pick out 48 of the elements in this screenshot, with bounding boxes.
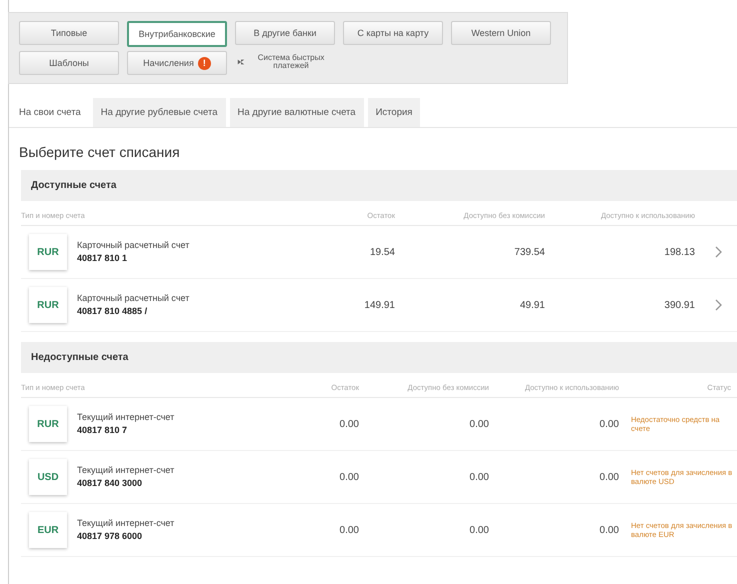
usable-amount-cell-text: 390.91 bbox=[663, 300, 696, 310]
tab[interactable]: История bbox=[368, 98, 420, 127]
account-number: 40817 978 6000 bbox=[77, 530, 144, 543]
balance-cell-text: 0.00 bbox=[338, 418, 360, 430]
currency-badge: EUR bbox=[29, 512, 67, 548]
account-number: 40817 840 3000 bbox=[77, 477, 144, 490]
section-header: Доступные счета bbox=[21, 170, 737, 201]
balance-cell-text: 19.54 bbox=[368, 246, 396, 258]
no-fee-amount-cell-text: 739.54 bbox=[513, 246, 546, 258]
account-number: 40817 810 7 bbox=[77, 424, 128, 437]
account-name: Текущий интернет-счет bbox=[77, 411, 174, 424]
chevron-right-icon[interactable] bbox=[715, 246, 723, 258]
notification-badge: ! bbox=[198, 56, 211, 70]
account-name: Карточный расчетный счет bbox=[77, 239, 190, 252]
currency-badge: RUR bbox=[29, 406, 67, 442]
tab[interactable]: На другие валютные счета bbox=[230, 98, 364, 127]
currency-badge: RUR bbox=[29, 287, 67, 323]
account-name: Текущий интернет-счет bbox=[77, 464, 174, 477]
balance-cell-text: 0.00 bbox=[338, 524, 360, 536]
section-header: Недоступные счета bbox=[21, 342, 737, 373]
chevron-right-icon[interactable] bbox=[715, 299, 723, 311]
transfer-type-button[interactable]: Внутрибанковские bbox=[127, 21, 227, 47]
usable-amount-cell-text: 0.00 bbox=[598, 524, 620, 536]
tab[interactable]: На другие рублевые счета bbox=[92, 98, 226, 127]
no-fee-amount-cell-text: 0.00 bbox=[468, 524, 490, 536]
usable-amount-cell-text: 0.00 bbox=[598, 418, 620, 430]
page-heading: Выберите счет списания bbox=[19, 144, 181, 160]
currency-badge: RUR bbox=[29, 234, 67, 270]
currency-badge: USD bbox=[29, 459, 67, 495]
transfer-type-button[interactable]: С карты на карту bbox=[343, 21, 443, 45]
usable-amount-cell-text: 0.00 bbox=[598, 472, 620, 482]
transfer-type-button[interactable]: Система быстрых платежей bbox=[235, 51, 335, 73]
account-name: Текущий интернет-счет bbox=[77, 517, 174, 530]
balance-cell-text: 0.00 bbox=[338, 472, 360, 482]
transfer-type-button[interactable]: Начисления ! bbox=[127, 51, 227, 75]
no-fee-amount-cell-text: 0.00 bbox=[468, 418, 490, 430]
transfer-type-button[interactable]: Шаблоны bbox=[19, 51, 119, 75]
no-fee-amount-cell-text: 49.91 bbox=[518, 300, 546, 310]
account-name: Карточный расчетный счет bbox=[77, 292, 190, 305]
account-number: 40817 810 4885 / bbox=[77, 305, 148, 318]
balance-cell-text: 149.91 bbox=[363, 300, 396, 310]
account-number: 40817 810 1 bbox=[77, 252, 128, 265]
transfer-type-button[interactable]: Типовые bbox=[19, 21, 119, 45]
transfer-type-button[interactable]: Western Union bbox=[451, 21, 551, 45]
transfer-type-button[interactable]: В другие банки bbox=[235, 21, 335, 45]
no-fee-amount-cell-text: 0.00 bbox=[468, 472, 490, 482]
usable-amount-cell-text: 198.13 bbox=[663, 246, 696, 258]
sbp-logo-icon bbox=[237, 57, 246, 67]
